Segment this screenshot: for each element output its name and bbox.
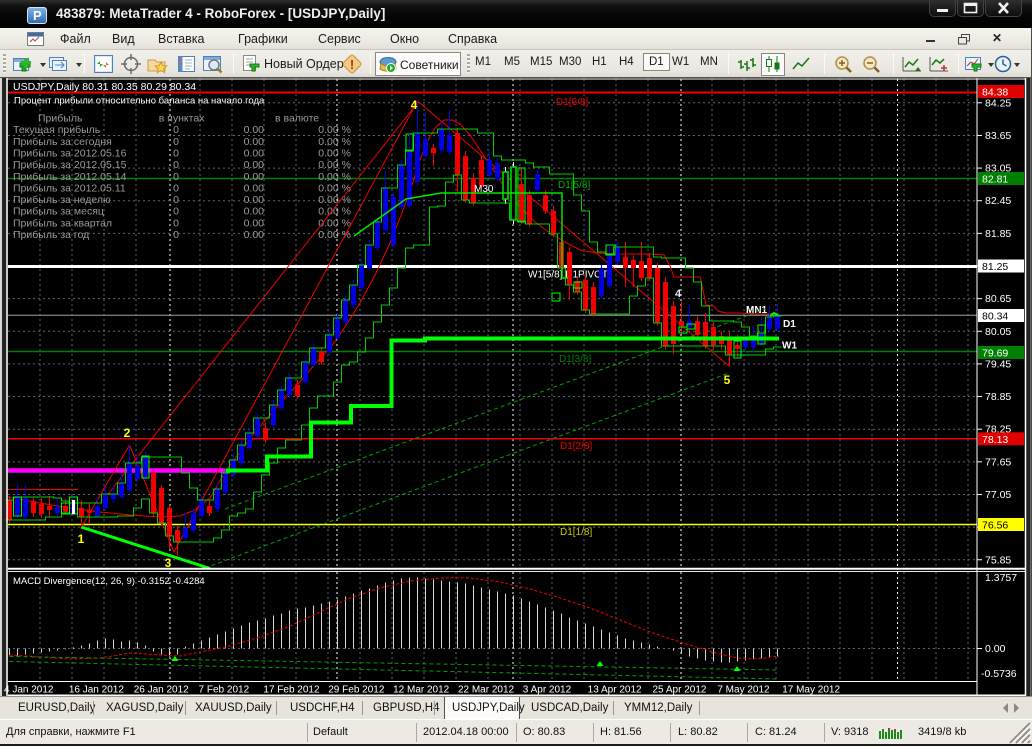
svg-text:в пунктах: в пунктах (159, 113, 205, 125)
svg-text:Прибыль за месяц: Прибыль за месяц (13, 206, 104, 218)
svg-text:D1[2/8]: D1[2/8] (560, 441, 592, 452)
svg-text:в валюте: в валюте (275, 113, 319, 125)
svg-text:Прибыль за квартал: Прибыль за квартал (13, 217, 112, 229)
svg-text:D1[1/8]: D1[1/8] (560, 527, 592, 538)
svg-text:75.85: 75.85 (985, 554, 1011, 566)
svg-text:0.00: 0.00 (244, 171, 265, 183)
svg-text:M30: M30 (474, 184, 494, 195)
svg-text:0.00: 0.00 (244, 159, 265, 171)
svg-text:80.34: 80.34 (982, 311, 1008, 323)
svg-text:7 Feb 2012: 7 Feb 2012 (199, 685, 250, 696)
svg-text:Прибыль за 2012.05.16: Прибыль за 2012.05.16 (13, 147, 127, 159)
svg-text:76.56: 76.56 (982, 520, 1008, 532)
svg-text:0.00 %: 0.00 % (318, 194, 351, 206)
svg-text:22 Mar 2012: 22 Mar 2012 (458, 685, 515, 696)
svg-text:0.00 %: 0.00 % (318, 124, 351, 136)
svg-text:Прибыль: Прибыль (38, 113, 83, 125)
svg-text:26 Jan 2012: 26 Jan 2012 (134, 685, 189, 696)
svg-text:0: 0 (173, 147, 179, 159)
svg-text:0: 0 (173, 217, 179, 229)
svg-text:0.00: 0.00 (244, 194, 265, 206)
svg-text:0: 0 (173, 124, 179, 136)
svg-text:82.45: 82.45 (985, 195, 1011, 207)
svg-text:D1: D1 (783, 319, 796, 330)
svg-text:Текущая прибыль: Текущая прибыль (13, 124, 101, 136)
svg-text:77.05: 77.05 (985, 489, 1011, 501)
svg-text:77.65: 77.65 (985, 456, 1011, 468)
svg-text:4 Jan 2012: 4 Jan 2012 (4, 685, 54, 696)
svg-text:0.00: 0.00 (244, 147, 265, 159)
svg-text:D1[6/8]: D1[6/8] (556, 97, 588, 108)
svg-text:0: 0 (173, 206, 179, 218)
svg-text:0: 0 (173, 136, 179, 148)
svg-text:81.25: 81.25 (982, 261, 1008, 273)
svg-text:0.00: 0.00 (244, 136, 265, 148)
svg-text:0.00 %: 0.00 % (318, 136, 351, 148)
svg-text:0.00: 0.00 (244, 229, 265, 241)
svg-text:D1[5/8]: D1[5/8] (558, 180, 590, 191)
svg-text:81.85: 81.85 (985, 228, 1011, 240)
svg-text:D1[3/8]: D1[3/8] (559, 354, 591, 365)
svg-text:0.00: 0.00 (244, 206, 265, 218)
svg-text:0.00 %: 0.00 % (318, 171, 351, 183)
svg-text:0: 0 (173, 182, 179, 194)
svg-text:Прибыль за 2012.05.15: Прибыль за 2012.05.15 (13, 159, 127, 171)
svg-text:4: 4 (411, 98, 418, 112)
svg-text:79.45: 79.45 (985, 358, 1011, 370)
svg-text:0.00: 0.00 (244, 217, 265, 229)
svg-text:25 Apr 2012: 25 Apr 2012 (653, 685, 707, 696)
svg-text:83.65: 83.65 (985, 130, 1011, 142)
svg-text:84.38: 84.38 (982, 87, 1008, 99)
svg-text:Прибыль за сегодня: Прибыль за сегодня (13, 136, 112, 148)
svg-text:1: 1 (78, 532, 85, 546)
svg-text:16 Jan 2012: 16 Jan 2012 (69, 685, 124, 696)
svg-text:7 May 2012: 7 May 2012 (717, 685, 770, 696)
svg-text:0: 0 (173, 171, 179, 183)
svg-text:0.00: 0.00 (244, 182, 265, 194)
svg-text:2: 2 (124, 426, 131, 440)
svg-text:-0.5736: -0.5736 (981, 668, 1017, 680)
svg-text:4: 4 (675, 288, 682, 300)
svg-text:0: 0 (173, 159, 179, 171)
svg-text:Прибыль за неделю: Прибыль за неделю (13, 194, 111, 206)
svg-text:5: 5 (724, 373, 731, 387)
svg-text:13 Apr 2012: 13 Apr 2012 (588, 685, 642, 696)
svg-text:0.00 %: 0.00 % (318, 217, 351, 229)
svg-text:84.25: 84.25 (985, 97, 1011, 109)
svg-text:0: 0 (173, 194, 179, 206)
svg-text:USDJPY,Daily 80.31 80.35 80.2: USDJPY,Daily 80.31 80.35 80.29 80.34 (13, 81, 196, 93)
svg-text:78.85: 78.85 (985, 391, 1011, 403)
svg-text:0.00: 0.00 (244, 124, 265, 136)
svg-text:82.81: 82.81 (982, 174, 1008, 186)
svg-text:0.00 %: 0.00 % (318, 147, 351, 159)
svg-text:78.13: 78.13 (982, 434, 1008, 446)
svg-text:Прибыль за 2012.05.11: Прибыль за 2012.05.11 (13, 182, 126, 194)
svg-text:1.3757: 1.3757 (985, 572, 1017, 584)
svg-text:0.00 %: 0.00 % (318, 159, 351, 171)
svg-text:3 Apr 2012: 3 Apr 2012 (523, 685, 572, 696)
svg-text:0.00: 0.00 (985, 643, 1006, 655)
svg-text:MACD Divergence(12, 26, 9) -0.: MACD Divergence(12, 26, 9) -0.3152 -0.42… (13, 576, 205, 587)
svg-text:80.65: 80.65 (985, 293, 1011, 305)
svg-text:17 May 2012: 17 May 2012 (782, 685, 840, 696)
svg-text:W1: W1 (782, 341, 797, 352)
svg-text:Процент прибыли относительно б: Процент прибыли относительно баланса на … (14, 96, 265, 107)
svg-text:17 Feb 2012: 17 Feb 2012 (263, 685, 320, 696)
svg-text:80.05: 80.05 (985, 326, 1011, 338)
svg-text:Прибыль за 2012.05.14: Прибыль за 2012.05.14 (13, 171, 127, 183)
svg-text:79.69: 79.69 (982, 348, 1008, 360)
svg-text:0: 0 (173, 229, 179, 241)
svg-text:Прибыль за год: Прибыль за год (13, 229, 89, 241)
svg-text:0.00 %: 0.00 % (318, 229, 351, 241)
svg-text:29 Feb 2012: 29 Feb 2012 (328, 685, 385, 696)
svg-text:12 Mar 2012: 12 Mar 2012 (393, 685, 450, 696)
